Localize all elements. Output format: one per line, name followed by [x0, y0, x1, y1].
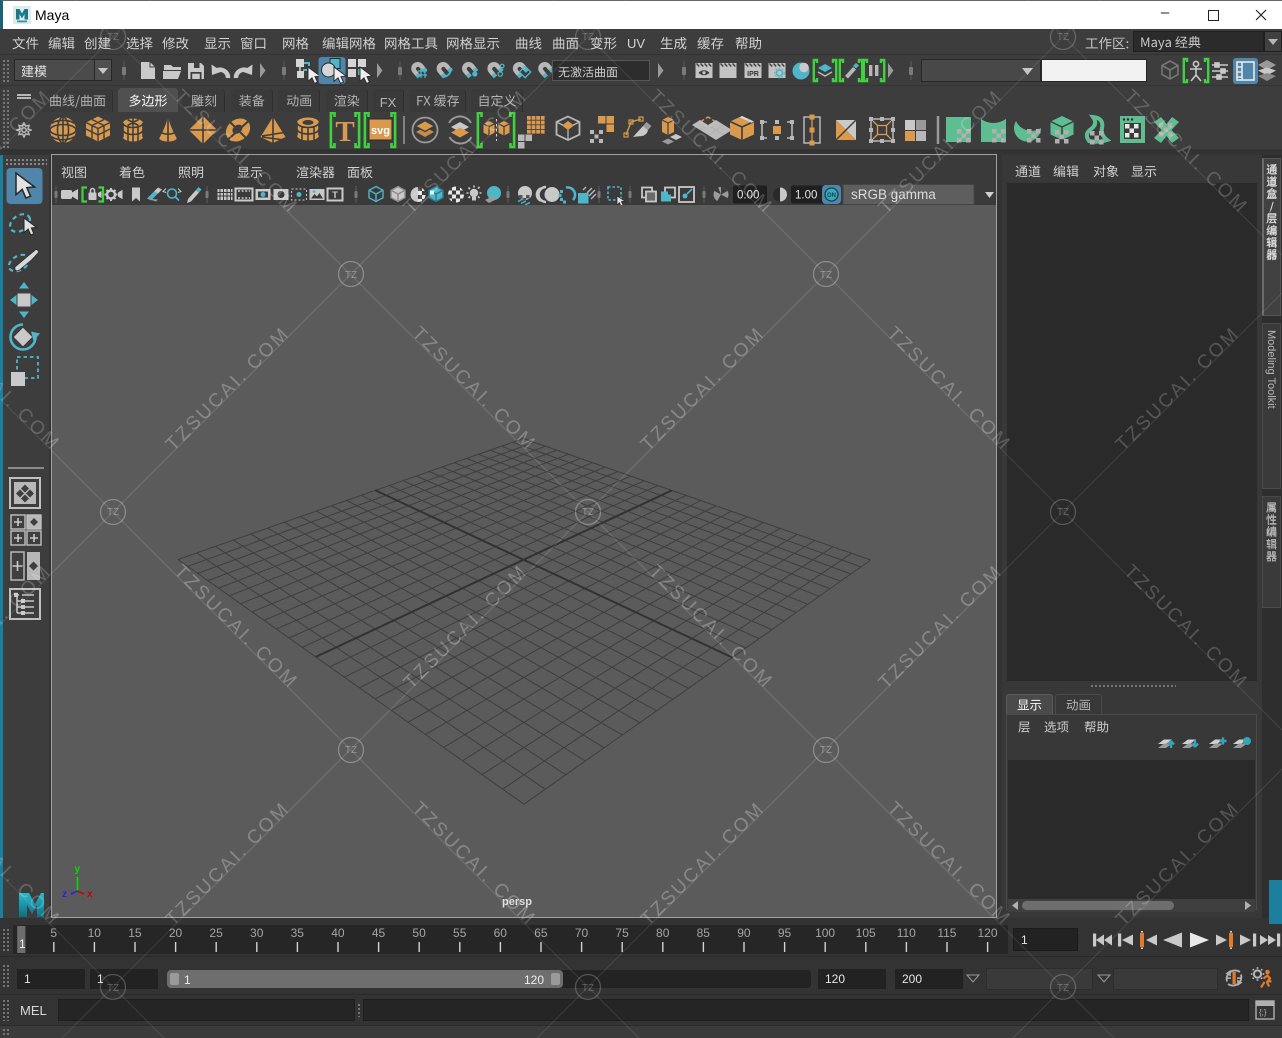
svg-text:30: 30 — [250, 926, 264, 940]
svg-text:120: 120 — [977, 926, 997, 940]
svg-text:55: 55 — [453, 926, 467, 940]
svg-text:25: 25 — [209, 926, 223, 940]
svg-text:{;}: {;} — [1259, 1008, 1267, 1017]
svg-text:65: 65 — [534, 926, 548, 940]
svg-text:sRGB gamma: sRGB gamma — [851, 187, 936, 202]
svg-text:80: 80 — [656, 926, 670, 940]
svg-text:35: 35 — [291, 926, 305, 940]
svg-text:0.00: 0.00 — [737, 190, 759, 202]
svg-text:85: 85 — [697, 926, 711, 940]
svg-text:100: 100 — [815, 926, 835, 940]
svg-text:50: 50 — [412, 926, 426, 940]
svg-text:45: 45 — [372, 926, 386, 940]
svg-text:15: 15 — [128, 926, 142, 940]
svg-text:1.00: 1.00 — [795, 190, 817, 202]
svg-text:svg: svg — [371, 125, 390, 137]
svg-text:y: y — [75, 864, 81, 875]
svg-text:ON: ON — [827, 193, 836, 199]
svg-text:z: z — [62, 889, 67, 900]
svg-text:T: T — [332, 190, 338, 201]
svg-text:90: 90 — [737, 926, 751, 940]
svg-text:20: 20 — [169, 926, 183, 940]
svg-text:T: T — [335, 116, 354, 148]
svg-text:5: 5 — [50, 926, 57, 940]
svg-text:75: 75 — [615, 926, 629, 940]
svg-text:10: 10 — [88, 926, 102, 940]
svg-text:115: 115 — [937, 926, 956, 940]
svg-text:105: 105 — [856, 926, 876, 940]
svg-text:70: 70 — [575, 926, 589, 940]
svg-text:40: 40 — [331, 926, 345, 940]
svg-text:110: 110 — [897, 926, 916, 940]
svg-text:IPR: IPR — [747, 71, 759, 78]
svg-text:60: 60 — [494, 926, 508, 940]
svg-text:95: 95 — [778, 926, 792, 940]
svg-text:1: 1 — [19, 937, 26, 951]
svg-text:x: x — [87, 889, 93, 900]
